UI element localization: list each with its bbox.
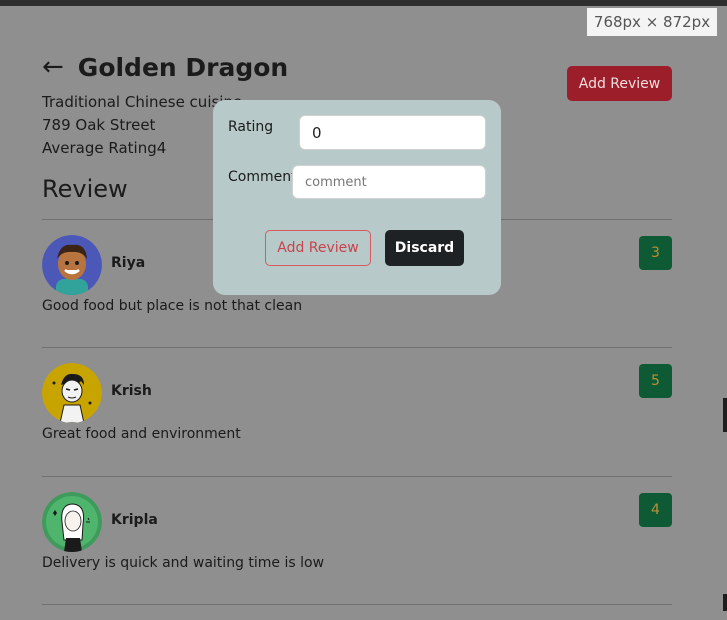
divider [42,347,672,348]
restaurant-name: Golden Dragon [77,52,289,82]
reviewer-name: Kripla [111,512,158,528]
modal-add-review-button[interactable]: Add Review [265,230,371,266]
user-avatar [42,492,102,552]
reviews-heading: Review [42,175,128,203]
rating-badge: 4 [639,493,672,527]
comment-label: Comment [228,169,297,185]
browser-top-bar [0,0,727,6]
review-text: Great food and environment [42,426,241,442]
user-avatar [42,363,102,423]
rating-badge: 3 [639,236,672,270]
add-review-button[interactable]: Add Review [567,66,672,101]
viewport-size-label: 768px × 872px [587,8,717,36]
rating-input[interactable] [299,115,486,150]
comment-input[interactable] [292,165,486,199]
scrollbar-edge-lower[interactable] [723,594,727,611]
user-avatar [42,235,102,295]
review-text: Good food but place is not that clean [42,298,303,314]
divider [42,476,672,477]
rating-label: Rating [228,119,274,135]
divider [42,604,672,605]
reviewer-name: Riya [111,255,146,271]
scrollbar-edge[interactable] [723,398,727,432]
add-review-modal: Rating Comment Add Review Discard [213,100,501,295]
reviewer-name: Krish [111,383,152,399]
discard-button[interactable]: Discard [385,230,464,266]
review-text: Delivery is quick and waiting time is lo… [42,555,325,571]
rating-badge: 5 [639,364,672,398]
back-arrow-icon[interactable]: ← [42,52,64,82]
